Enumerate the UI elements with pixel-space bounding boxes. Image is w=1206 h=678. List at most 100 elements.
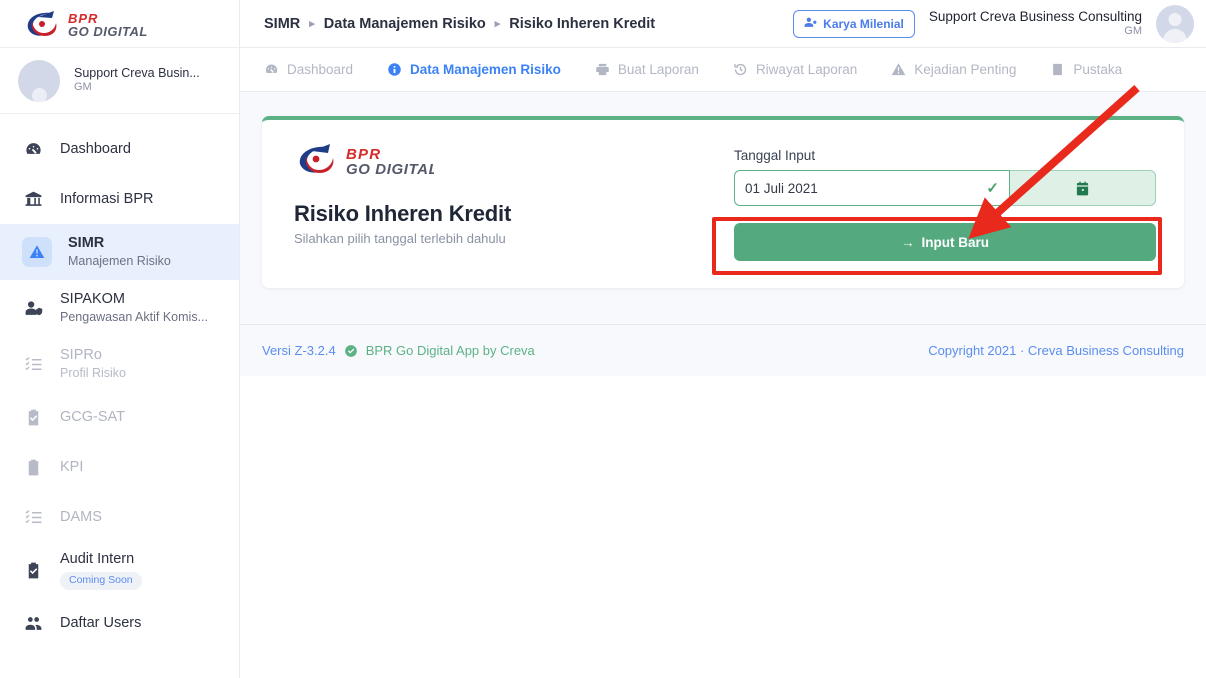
risiko-inheren-card: BPR GO DIGITAL Risiko Inheren Kredit Sil… bbox=[262, 116, 1184, 288]
sidebar-item-label: DAMS bbox=[60, 508, 102, 525]
sidebar-item-dams[interactable]: DAMS bbox=[0, 492, 239, 542]
info-circle-icon bbox=[387, 62, 402, 77]
page-title: Risiko Inheren Kredit bbox=[294, 201, 512, 226]
top-header-right: Karya Milenial Support Creva Business Co… bbox=[793, 4, 1194, 43]
checklist-icon bbox=[22, 508, 44, 527]
sidebar-item-label: Daftar Users bbox=[60, 614, 142, 631]
warning-triangle-icon bbox=[22, 237, 52, 267]
tab-label: Kejadian Penting bbox=[914, 62, 1017, 77]
sidebar-item-sipakom[interactable]: SIPAKOM Pengawasan Aktif Komis... bbox=[0, 280, 239, 336]
sidebar-item-simr[interactable]: SIMR Manajemen Risiko bbox=[0, 224, 239, 280]
footer-version: Versi Z-3.2.4 bbox=[262, 343, 336, 358]
tab-buat-laporan[interactable]: Buat Laporan bbox=[595, 62, 716, 77]
input-baru-label: Input Baru bbox=[921, 234, 990, 250]
svg-text:GO DIGITAL: GO DIGITAL bbox=[346, 161, 434, 178]
status-badge: Coming Soon bbox=[60, 572, 142, 590]
sidebar-item-label: Informasi BPR bbox=[60, 190, 154, 207]
sidebar-item-kpi[interactable]: KPI bbox=[0, 442, 239, 492]
footer-left: Versi Z-3.2.4 BPR Go Digital App by Crev… bbox=[262, 343, 535, 358]
sidebar-user-block[interactable]: Support Creva Busin... GM bbox=[0, 48, 239, 114]
footer: Versi Z-3.2.4 BPR Go Digital App by Crev… bbox=[240, 324, 1206, 376]
arrow-right-icon: → bbox=[901, 234, 915, 250]
karya-milenial-button[interactable]: Karya Milenial bbox=[793, 9, 915, 38]
page-subtitle: Silahkan pilih tanggal terlebih dahulu bbox=[294, 231, 506, 246]
svg-text:GO DIGITAL: GO DIGITAL bbox=[68, 24, 148, 39]
avatar bbox=[18, 59, 60, 102]
header-user-block[interactable]: Support Creva Business Consulting GM bbox=[929, 9, 1142, 38]
main-area: SIMR ▸ Data Manajemen Risiko ▸ Risiko In… bbox=[240, 0, 1206, 678]
sidebar-item-label: SIMR bbox=[68, 235, 105, 252]
tab-label: Pustaka bbox=[1073, 62, 1123, 77]
sidebar-item-label: KPI bbox=[60, 458, 84, 475]
bpr-go-digital-logo-icon: BPR GO DIGITAL bbox=[27, 10, 148, 39]
sidebar-item-sublabel: Pengawasan Aktif Komis... bbox=[60, 310, 208, 325]
tab-label: Data Manajemen Risiko bbox=[410, 62, 561, 77]
tanggal-input-field[interactable]: 01 Juli 2021 ✓ bbox=[734, 170, 1010, 206]
sidebar-item-informasi-bpr[interactable]: Informasi BPR bbox=[0, 174, 239, 224]
history-icon bbox=[733, 62, 748, 77]
users-icon bbox=[22, 614, 44, 633]
tab-riwayat-laporan[interactable]: Riwayat Laporan bbox=[733, 62, 874, 77]
karya-milenial-label: Karya Milenial bbox=[823, 16, 904, 31]
user-shield-icon bbox=[22, 299, 44, 318]
sidebar-nav: Dashboard Informasi BPR SIMR Manajemen R… bbox=[0, 114, 239, 678]
clipboard-check-icon bbox=[22, 561, 44, 580]
check-circle-icon bbox=[344, 344, 358, 358]
sidebar: BPR GO DIGITAL Support Creva Busin... GM… bbox=[0, 0, 240, 678]
sidebar-item-sipro[interactable]: SIPRo Profil Risiko bbox=[0, 336, 239, 392]
chevron-right-icon: ▸ bbox=[494, 18, 501, 30]
gauge-icon bbox=[22, 140, 44, 159]
footer-copyright: Copyright 2021 · Creva Business Consulti… bbox=[928, 343, 1184, 358]
tab-data-manajemen-risiko[interactable]: Data Manajemen Risiko bbox=[387, 62, 578, 77]
footer-app-name: BPR Go Digital App by Creva bbox=[365, 343, 535, 358]
chevron-right-icon: ▸ bbox=[309, 18, 315, 30]
input-baru-button[interactable]: → Input Baru bbox=[734, 223, 1156, 261]
card-brand-logo: BPR GO DIGITAL bbox=[294, 142, 734, 183]
tab-bar: Dashboard Data Manajemen Risiko Buat Lap… bbox=[240, 48, 1206, 92]
breadcrumb-item-simr[interactable]: SIMR bbox=[264, 16, 300, 32]
tab-pustaka[interactable]: Pustaka bbox=[1050, 62, 1139, 77]
sidebar-item-dashboard[interactable]: Dashboard bbox=[0, 124, 239, 174]
avatar[interactable] bbox=[1156, 4, 1194, 43]
top-header: SIMR ▸ Data Manajemen Risiko ▸ Risiko In… bbox=[240, 0, 1206, 48]
sidebar-item-label: SIPAKOM bbox=[60, 291, 125, 308]
sidebar-item-gcg-sat[interactable]: GCG-SAT bbox=[0, 392, 239, 442]
tanggal-input-value: 01 Juli 2021 bbox=[745, 180, 818, 196]
tab-label: Buat Laporan bbox=[617, 62, 699, 77]
card-left-column: BPR GO DIGITAL Risiko Inheren Kredit Sil… bbox=[294, 142, 734, 262]
breadcrumb-item-data-manajemen-risiko[interactable]: Data Manajemen Risiko bbox=[324, 16, 486, 32]
checklist-icon bbox=[22, 355, 44, 374]
user-check-icon bbox=[804, 16, 817, 32]
check-icon: ✓ bbox=[986, 180, 999, 197]
warning-triangle-icon bbox=[891, 62, 906, 77]
sidebar-item-label: Dashboard bbox=[60, 140, 131, 157]
content-filler bbox=[240, 376, 1206, 678]
tanggal-input-label: Tanggal Input bbox=[734, 148, 816, 163]
bank-icon bbox=[22, 190, 44, 209]
breadcrumb: SIMR ▸ Data Manajemen Risiko ▸ Risiko In… bbox=[264, 16, 655, 32]
sidebar-item-sublabel: Manajemen Risiko bbox=[68, 254, 171, 269]
gauge-icon bbox=[264, 62, 279, 77]
tab-dashboard[interactable]: Dashboard bbox=[264, 62, 370, 77]
header-user-role: GM bbox=[1124, 25, 1142, 37]
calendar-picker-button[interactable] bbox=[1010, 170, 1156, 206]
clipboard-check-icon bbox=[22, 408, 44, 427]
tab-label: Dashboard bbox=[287, 62, 354, 77]
book-icon bbox=[1050, 62, 1065, 77]
sidebar-item-label: Audit Intern bbox=[60, 551, 135, 568]
header-user-name: Support Creva Business Consulting bbox=[928, 8, 1142, 24]
calendar-icon bbox=[1076, 181, 1089, 195]
bpr-go-digital-logo-icon: BPR GO DIGITAL bbox=[299, 144, 438, 178]
sidebar-user-name: Support Creva Busin... bbox=[74, 65, 200, 80]
tab-label: Riwayat Laporan bbox=[755, 62, 858, 77]
content-area: BPR GO DIGITAL Risiko Inheren Kredit Sil… bbox=[240, 92, 1206, 678]
sidebar-user-role: GM bbox=[74, 81, 92, 94]
breadcrumb-item-risiko-inheren-kredit[interactable]: Risiko Inheren Kredit bbox=[509, 16, 655, 32]
sidebar-brand-logo[interactable]: BPR GO DIGITAL bbox=[0, 0, 239, 48]
sidebar-item-sublabel: Profil Risiko bbox=[60, 366, 126, 381]
clipboard-icon bbox=[22, 458, 44, 477]
app-root: BPR GO DIGITAL Support Creva Busin... GM… bbox=[0, 0, 1206, 678]
sidebar-item-audit-intern[interactable]: Audit Intern Coming Soon bbox=[0, 542, 239, 598]
tab-kejadian-penting[interactable]: Kejadian Penting bbox=[891, 62, 1033, 77]
sidebar-item-daftar-users[interactable]: Daftar Users bbox=[0, 598, 239, 648]
